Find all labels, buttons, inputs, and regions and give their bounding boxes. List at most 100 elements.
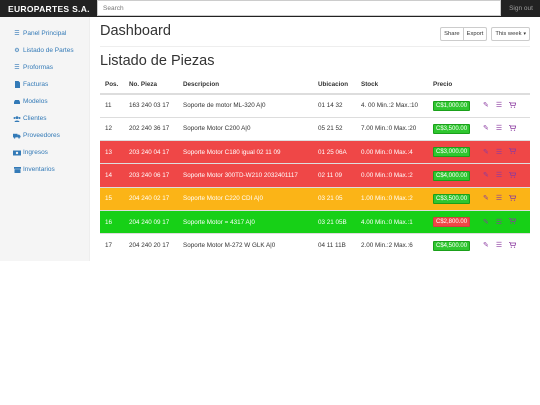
period-dropdown[interactable]: This week ▾ bbox=[491, 27, 530, 41]
cart-icon[interactable] bbox=[509, 171, 517, 180]
row-actions: ✎ ☰ bbox=[483, 125, 530, 133]
sidebar-item-label: Clientes bbox=[23, 115, 47, 122]
cell-ubicacion: 01 25 06A bbox=[313, 140, 356, 164]
toolbar: Share Export This week ▾ bbox=[440, 27, 530, 41]
cell-no-pieza: 204 240 09 17 bbox=[124, 209, 178, 234]
cogs-icon: ⚙ bbox=[14, 48, 20, 54]
row-actions: ✎ ☰ bbox=[483, 241, 530, 250]
car-icon bbox=[13, 98, 21, 105]
pencil-icon[interactable]: ✎ bbox=[483, 102, 489, 109]
col-header-pos: Pos. bbox=[100, 76, 124, 95]
cell-actions: ✎ ☰ bbox=[478, 116, 530, 141]
col-header-no-pieza: No. Pieza bbox=[124, 76, 178, 95]
period-label: This week bbox=[495, 31, 522, 37]
list-icon[interactable]: ☰ bbox=[496, 195, 502, 202]
pencil-icon[interactable]: ✎ bbox=[483, 242, 489, 249]
sidebar-item-inventarios[interactable]: Inventarios bbox=[0, 161, 89, 178]
cart-icon[interactable] bbox=[509, 148, 517, 156]
cart-icon[interactable] bbox=[509, 125, 517, 133]
col-header-actions bbox=[478, 76, 530, 95]
cell-actions: ✎ ☰ bbox=[478, 93, 530, 118]
pencil-icon[interactable]: ✎ bbox=[483, 172, 489, 179]
users-icon bbox=[13, 115, 21, 122]
list-icon[interactable]: ☰ bbox=[496, 219, 502, 226]
list-icon[interactable]: ☰ bbox=[496, 125, 502, 132]
export-button[interactable]: Export bbox=[463, 27, 488, 41]
sidebar-item-proveedores[interactable]: Proveedores bbox=[0, 127, 89, 144]
price-badge: C$4,500.00 bbox=[433, 240, 471, 251]
cell-precio: C$3,000.00 bbox=[428, 140, 478, 164]
sidebar-item-modelos[interactable]: Modelos bbox=[0, 93, 89, 110]
cell-stock: 0.00 Min.:0 Max.:2 bbox=[356, 163, 428, 188]
search-input[interactable] bbox=[97, 0, 501, 16]
cell-no-pieza: 163 240 03 17 bbox=[124, 93, 178, 118]
table-row: 14 203 240 06 17 Soporte Motor 300TD-W210 … bbox=[100, 163, 530, 188]
pencil-icon[interactable]: ✎ bbox=[483, 149, 489, 156]
price-badge: C$2,800.00 bbox=[433, 217, 471, 228]
cell-pos: 15 bbox=[100, 186, 124, 211]
list-icon[interactable]: ☰ bbox=[496, 172, 502, 179]
cell-descripcion: Soporte Motor C200 A|0 bbox=[178, 116, 313, 141]
sidebar-item-clientes[interactable]: Clientes bbox=[0, 110, 89, 127]
list-icon: ☰ bbox=[14, 31, 20, 37]
list-icon[interactable]: ☰ bbox=[496, 102, 502, 109]
sidebar-item-panel-principal[interactable]: ☰ Panel Principal bbox=[0, 25, 89, 42]
list-icon[interactable]: ☰ bbox=[496, 242, 502, 249]
share-button[interactable]: Share bbox=[440, 27, 464, 41]
top-navbar: EUROPARTES S.A. Sign out bbox=[0, 0, 540, 17]
cell-precio: C$4,000.00 bbox=[428, 163, 478, 188]
cart-icon[interactable] bbox=[509, 218, 517, 226]
cart-icon[interactable] bbox=[509, 194, 517, 203]
sidebar-item-label: Proveedores bbox=[23, 132, 60, 139]
cell-actions: ✎ ☰ bbox=[478, 140, 530, 164]
col-header-descripcion: Descripcion bbox=[178, 76, 313, 95]
cell-descripcion: Soporte Motor 300TD-W210 2032401117 bbox=[178, 163, 313, 188]
cell-pos: 12 bbox=[100, 116, 124, 141]
signout-link[interactable]: Sign out bbox=[502, 0, 540, 17]
sidebar-item-listado-partes[interactable]: ⚙ Listado de Partes bbox=[0, 42, 89, 59]
row-actions: ✎ ☰ bbox=[483, 194, 530, 203]
price-badge: C$3,000.00 bbox=[433, 147, 471, 158]
row-actions: ✎ ☰ bbox=[483, 148, 530, 156]
sidebar-item-label: Inventarios bbox=[23, 166, 55, 173]
list-icon: ☰ bbox=[14, 65, 20, 71]
cell-stock: 4. 00 Min.:2 Max.:10 bbox=[356, 93, 428, 118]
cart-icon[interactable] bbox=[509, 241, 517, 250]
pencil-icon[interactable]: ✎ bbox=[483, 125, 489, 132]
col-header-precio: Precio bbox=[428, 76, 478, 95]
cell-pos: 17 bbox=[100, 233, 124, 258]
list-icon[interactable]: ☰ bbox=[496, 149, 502, 156]
cell-pos: 14 bbox=[100, 163, 124, 188]
row-actions: ✎ ☰ bbox=[483, 101, 530, 110]
caret-down-icon: ▾ bbox=[523, 31, 526, 37]
cell-stock: 2.00 Min.:2 Max.:6 bbox=[356, 233, 428, 258]
sidebar-item-label: Modelos bbox=[23, 98, 48, 105]
brand-logo[interactable]: EUROPARTES S.A. bbox=[0, 4, 97, 14]
price-badge: C$3,500.00 bbox=[433, 193, 471, 204]
cell-stock: 1.00 Min.:0 Max.:2 bbox=[356, 186, 428, 211]
cart-icon[interactable] bbox=[509, 101, 517, 110]
table-row: 12 202 240 36 17 Soporte Motor C200 A|0 05 … bbox=[100, 116, 530, 141]
sidebar: ☰ Panel Principal ⚙ Listado de Partes ☰ … bbox=[0, 17, 90, 261]
truck-icon bbox=[13, 132, 21, 139]
table-header-row: Pos. No. Pieza Descripcion Ubicacion Sto… bbox=[100, 76, 530, 95]
cell-stock: 0.00 Min.:0 Max.:4 bbox=[356, 140, 428, 164]
pencil-icon[interactable]: ✎ bbox=[483, 195, 489, 202]
pencil-icon[interactable]: ✎ bbox=[483, 219, 489, 226]
sidebar-item-proformas[interactable]: ☰ Proformas bbox=[0, 59, 89, 76]
sidebar-item-label: Ingresos bbox=[23, 149, 48, 156]
sidebar-item-facturas[interactable]: Facturas bbox=[0, 76, 89, 93]
money-icon bbox=[13, 149, 21, 156]
sidebar-item-label: Panel Principal bbox=[23, 30, 67, 37]
row-actions: ✎ ☰ bbox=[483, 171, 530, 180]
sidebar-item-ingresos[interactable]: Ingresos bbox=[0, 144, 89, 161]
cell-precio: C$4,500.00 bbox=[428, 233, 478, 258]
cell-precio: C$3,500.00 bbox=[428, 116, 478, 141]
cell-actions: ✎ ☰ bbox=[478, 233, 530, 258]
row-actions: ✎ ☰ bbox=[483, 218, 530, 226]
cell-pos: 13 bbox=[100, 140, 124, 164]
price-badge: C$1,000.00 bbox=[433, 100, 471, 111]
cell-precio: C$2,800.00 bbox=[428, 209, 478, 234]
cell-descripcion: Soporte de motor ML-320 A|0 bbox=[178, 93, 313, 118]
table-row: 13 203 240 04 17 Soporte Motor C180 igual … bbox=[100, 140, 530, 164]
